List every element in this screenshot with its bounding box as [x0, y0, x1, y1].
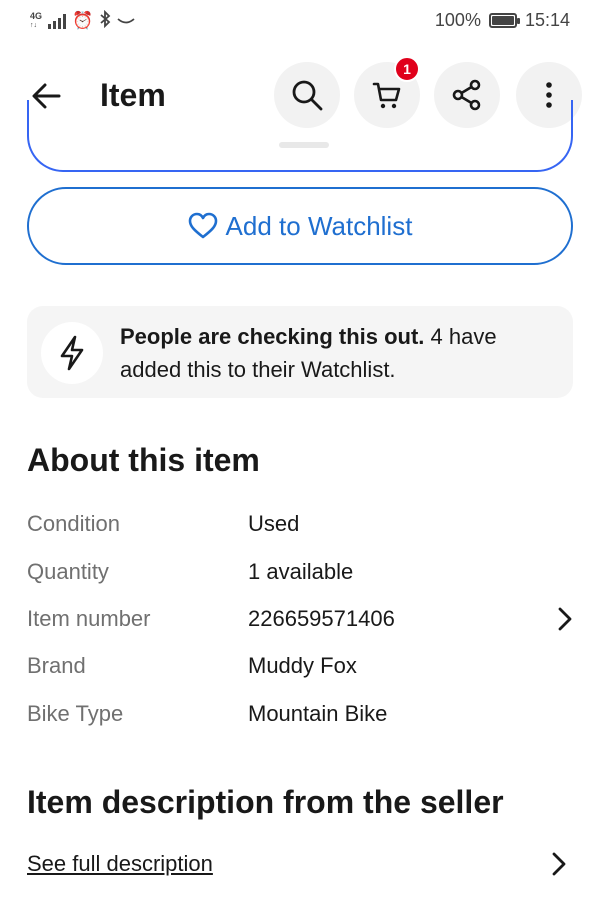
spec-row-quantity: Quantity 1 available — [27, 552, 587, 592]
spec-value: 1 available — [248, 559, 354, 584]
battery-icon — [488, 13, 520, 28]
buy-button-partial[interactable] — [27, 100, 573, 172]
spec-row-bike-type: Bike Type Mountain Bike — [27, 694, 587, 734]
heart-icon — [188, 212, 217, 239]
status-bar: 4G ↑↓ ⏰ 100% 15:14 — [0, 0, 600, 44]
bluetooth-icon — [99, 9, 111, 32]
spec-label: Condition — [27, 511, 120, 536]
lightning-icon-container — [41, 322, 103, 384]
clock: 15:14 — [524, 10, 570, 30]
about-section-title: About this item — [27, 442, 260, 478]
spec-value: Mountain Bike — [248, 701, 388, 726]
spec-value: 226659571406 — [248, 606, 395, 631]
status-left: 4G ↑↓ ⏰ — [30, 9, 135, 32]
spec-value: Used — [248, 511, 300, 536]
spec-row-item-number[interactable]: Item number 226659571406 — [27, 599, 587, 639]
watchers-info-card: People are checking this out. 4 have add… — [27, 306, 573, 398]
network-sub-label: ↑↓ — [30, 22, 37, 29]
network-type-label: 4G ↑↓ — [30, 12, 42, 30]
watchlist-label: Add to Watchlist — [225, 210, 413, 241]
battery-percent: 100% — [434, 10, 481, 30]
spec-label: Item number — [27, 606, 151, 631]
add-to-watchlist-button[interactable]: Add to Watchlist — [27, 187, 573, 265]
chevron-right-icon[interactable] — [551, 852, 567, 876]
spec-label: Quantity — [27, 559, 109, 584]
lightning-icon — [60, 335, 84, 371]
spec-value: Muddy Fox — [248, 653, 357, 678]
description-section-title: Item description from the seller — [27, 784, 504, 820]
see-full-description-link[interactable]: See full description — [27, 849, 213, 879]
spec-label: Brand — [27, 653, 86, 678]
cart-count-badge: 1 — [394, 56, 420, 82]
watchers-info-text: People are checking this out. 4 have add… — [120, 320, 560, 386]
spec-label: Bike Type — [27, 701, 124, 726]
network-label: 4G — [30, 11, 43, 21]
watchers-bold-text: People are checking this out. — [120, 324, 425, 349]
status-right: 100% 15:14 — [435, 10, 570, 31]
alarm-icon: ⏰ — [72, 11, 94, 30]
spec-row-brand: Brand Muddy Fox — [27, 646, 587, 686]
nfc-icon — [117, 12, 135, 30]
signal-icon — [48, 13, 67, 29]
spec-row-condition: Condition Used — [27, 504, 587, 544]
chevron-right-icon — [558, 607, 572, 631]
